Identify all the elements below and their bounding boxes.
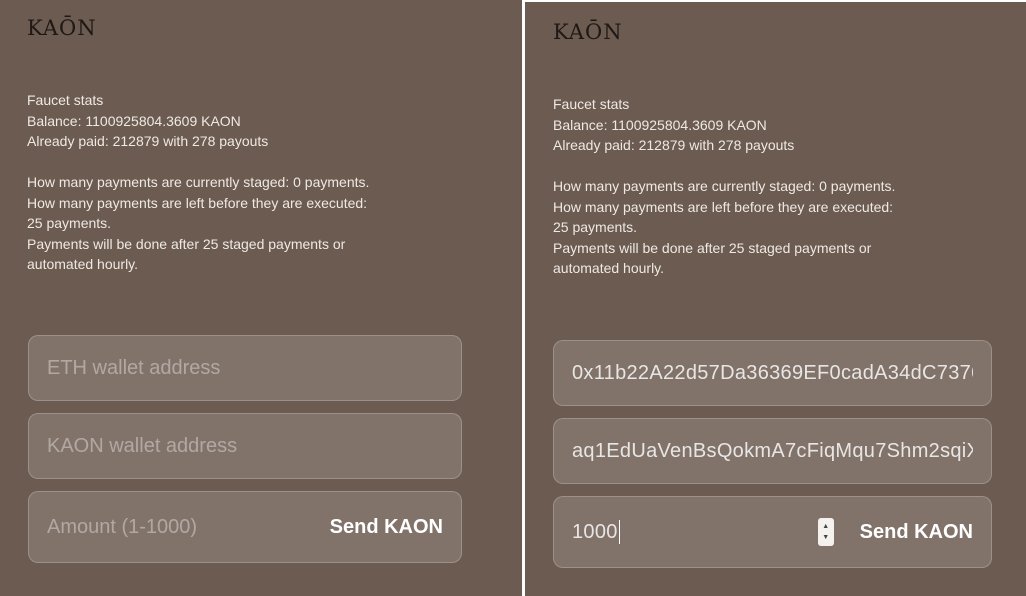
stats-staged: How many payments are currently staged: … [553,178,896,194]
stats-left-line1: How many payments are left before they a… [27,194,368,211]
stepper-down-icon[interactable]: ▼ [822,534,829,541]
send-kaon-button[interactable]: Send KAON [330,516,443,539]
stats-staged: How many payments are currently staged: … [27,174,370,190]
stats-paid: Already paid: 212879 with 278 payouts [553,137,795,153]
faucet-stats: Faucet stats Balance: 1100925804.3609 KA… [553,94,933,279]
amount-input[interactable]: Amount (1-1000) Send KAON [28,491,462,563]
number-stepper[interactable]: ▲ ▼ [817,518,834,546]
stats-heading: Faucet stats [553,96,630,112]
kaon-wallet-input[interactable]: aq1EdUaVenBsQokmA7cFiqMqu7Shm2sqiX [553,418,992,484]
amount-value: 1000 [572,520,618,543]
stats-heading: Faucet stats [27,92,104,108]
stats-done-line2: automated hourly. [553,260,665,276]
kaon-logo: KAŌN [553,20,623,44]
eth-wallet-input[interactable]: ETH wallet address [28,335,462,401]
kaon-wallet-placeholder: KAON wallet address [47,434,238,457]
kaon-wallet-value: aq1EdUaVenBsQokmA7cFiqMqu7Shm2sqiX [572,439,973,462]
stats-done-line1: Payments will be done after 25 staged pa… [27,235,346,252]
stats-left-line1: How many payments are left before they a… [553,198,894,215]
stats-done-line2: automated hourly. [27,256,139,272]
text-cursor [618,520,620,544]
faucet-stats: Faucet stats Balance: 1100925804.3609 KA… [27,90,407,275]
send-kaon-button[interactable]: Send KAON [860,521,973,544]
stats-left-line2: 25 payments. [553,219,638,235]
amount-placeholder: Amount (1-1000) [47,515,198,538]
eth-wallet-placeholder: ETH wallet address [47,356,221,379]
stepper-up-icon[interactable]: ▲ [822,523,829,530]
amount-input[interactable]: 1000 ▲ ▼ Send KAON [553,496,992,568]
stats-paid: Already paid: 212879 with 278 payouts [27,133,269,149]
kaon-wallet-input[interactable]: KAON wallet address [28,413,462,479]
faucet-panel-filled: KAŌN Faucet stats Balance: 1100925804.36… [525,2,1026,596]
stats-left-line2: 25 payments. [27,215,112,231]
stats-balance: Balance: 1100925804.3609 KAON [27,112,241,129]
kaon-logo: KAŌN [27,16,97,40]
stats-balance: Balance: 1100925804.3609 KAON [553,116,767,133]
eth-wallet-input[interactable]: 0x11b22A22d57Da36369EF0cadA34dC7376 [553,340,992,406]
eth-wallet-value: 0x11b22A22d57Da36369EF0cadA34dC7376 [572,361,973,384]
stats-done-line1: Payments will be done after 25 staged pa… [553,239,872,256]
faucet-panel-empty: KAŌN Faucet stats Balance: 1100925804.36… [0,0,522,596]
